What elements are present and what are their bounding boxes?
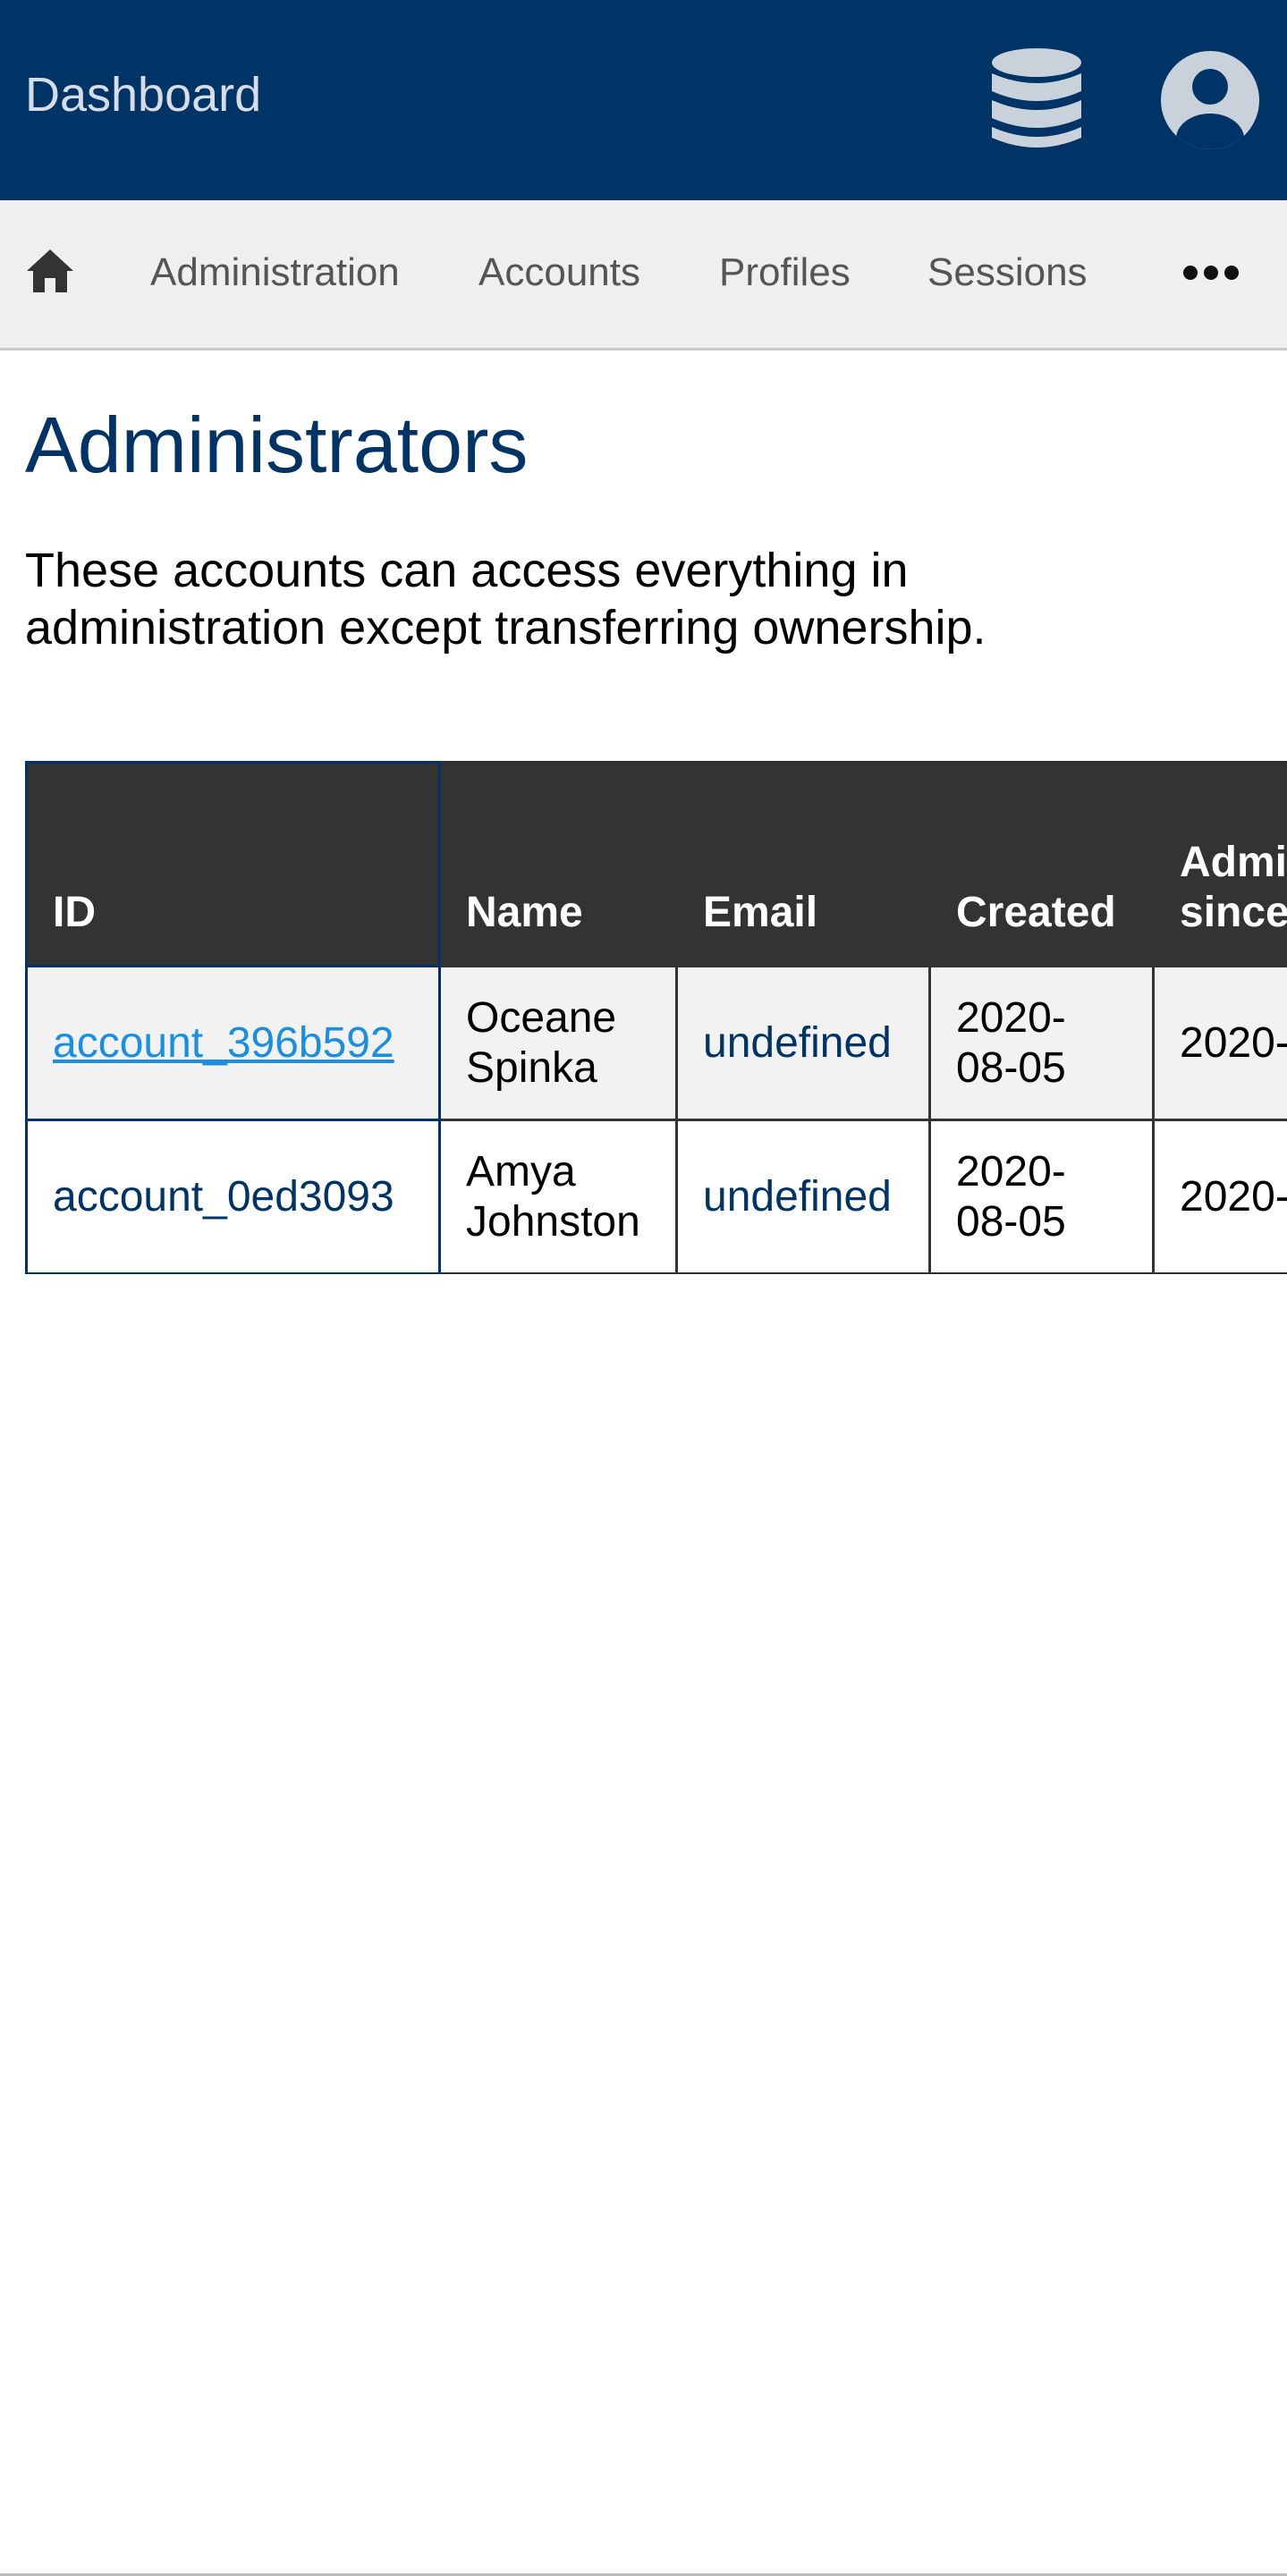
cell-administrator-since: 2020-08-05 [1152, 1119, 1287, 1274]
column-header-email[interactable]: Email [675, 761, 931, 967]
table-row[interactable]: account_396b592 Oceane Spinka undefined … [25, 965, 1287, 1121]
app-title[interactable]: Dashboard [25, 68, 261, 122]
column-header-name[interactable]: Name [438, 761, 678, 967]
administrators-table-container[interactable]: ID Name Email Created Administrator sinc… [25, 761, 1287, 1274]
cell-email: undefined [675, 965, 931, 1121]
page-description: These accounts can access everything in … [25, 544, 986, 655]
column-header-created[interactable]: Created [928, 761, 1155, 967]
home-icon [27, 249, 73, 292]
nav-item-sessions[interactable]: Sessions [927, 250, 1088, 295]
nav-item-profiles[interactable]: Profiles [719, 250, 851, 295]
cell-created: 2020-08-05 [928, 1119, 1155, 1274]
user-circle-icon [1161, 51, 1259, 149]
account-id-link[interactable]: account_0ed3093 [53, 1173, 394, 1220]
top-bar: Dashboard [0, 0, 1287, 200]
page: Dashboard Administration Accounts Profil… [0, 0, 1287, 2576]
database-icon [992, 48, 1081, 148]
cell-administrator-since: 2020-08-05 [1152, 965, 1287, 1121]
user-account-button[interactable] [1159, 49, 1261, 151]
more-button[interactable] [1182, 265, 1240, 281]
home-button[interactable] [25, 246, 75, 296]
cell-id: account_396b592 [25, 965, 441, 1121]
cell-created: 2020-08-05 [928, 965, 1155, 1121]
table-header-row: ID Name Email Created Administrator sinc… [25, 761, 1287, 967]
cell-name: Amya Johnston [438, 1119, 678, 1274]
table-row[interactable]: account_0ed3093 Amya Johnston undefined … [25, 1119, 1287, 1274]
column-header-id[interactable]: ID [25, 761, 441, 967]
administrators-table: ID Name Email Created Administrator sinc… [25, 761, 1287, 1274]
cell-email: undefined [675, 1119, 931, 1274]
database-button[interactable] [987, 46, 1086, 154]
column-header-administrator-since[interactable]: Administrator since [1152, 761, 1287, 967]
cell-id: account_0ed3093 [25, 1119, 441, 1274]
nav-item-administration[interactable]: Administration [150, 250, 400, 295]
account-id-link[interactable]: account_396b592 [53, 1019, 394, 1067]
more-horizontal-icon [1183, 266, 1239, 280]
page-title: Administrators [25, 401, 529, 489]
nav-bar: Administration Accounts Profiles Session… [0, 200, 1287, 351]
cell-name: Oceane Spinka [438, 965, 678, 1121]
nav-item-accounts[interactable]: Accounts [478, 250, 640, 295]
